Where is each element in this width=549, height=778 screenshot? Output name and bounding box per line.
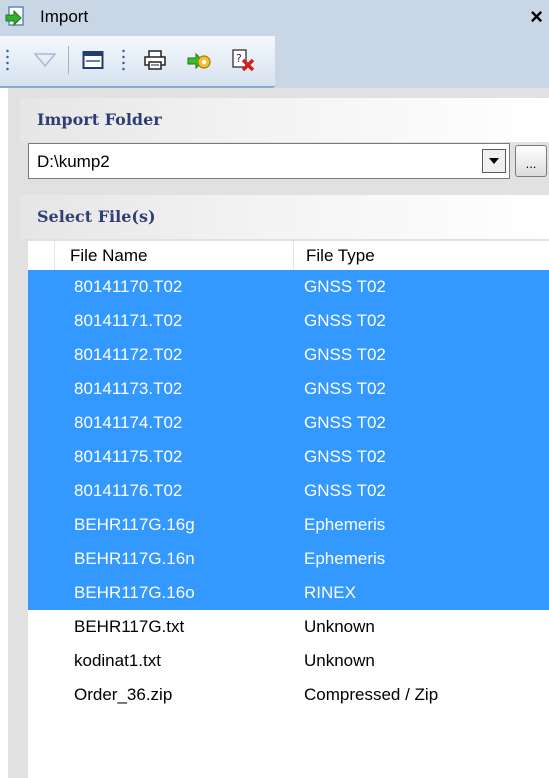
file-name-cell: 80141171.T02: [74, 311, 183, 330]
column-divider: [54, 241, 55, 270]
print-preview-icon: [144, 50, 166, 70]
table-row[interactable]: 80141170.T02 GNSS T02: [28, 270, 549, 304]
import-settings-icon: [187, 52, 211, 70]
file-type-cell: Unknown: [304, 651, 375, 670]
file-type-cell: GNSS T02: [304, 413, 386, 432]
window-button[interactable]: [78, 45, 108, 75]
import-folder-combo[interactable]: D:\kump2: [28, 143, 510, 179]
file-name-cell: BEHR117G.16o: [74, 583, 195, 602]
toolbar-strip: ?: [0, 36, 275, 88]
import-settings-button[interactable]: [184, 45, 214, 75]
delete-icon: ?: [232, 49, 255, 72]
file-name-cell: 80141174.T02: [74, 413, 183, 432]
import-panel: Import Folder D:\kump2 ... Select File(s…: [8, 88, 549, 778]
file-name-cell: BEHR117G.16n: [74, 549, 195, 568]
table-row[interactable]: 80141172.T02 GNSS T02: [28, 338, 549, 372]
file-type-cell: Compressed / Zip: [304, 685, 439, 704]
close-button[interactable]: ×: [530, 4, 543, 30]
table-row[interactable]: BEHR117G.16n Ephemeris: [28, 542, 549, 576]
table-row[interactable]: BEHR117G.txt Unknown: [28, 610, 549, 644]
dropdown-button[interactable]: [30, 45, 60, 75]
file-list[interactable]: File Name File Type 80141170.T02 GNSS T02…: [28, 241, 549, 778]
browse-button[interactable]: ...: [515, 145, 547, 177]
import-folder-path[interactable]: D:\kump2: [37, 152, 110, 172]
delete-button[interactable]: ?: [228, 45, 258, 75]
title-bar: Import ×: [0, 0, 549, 36]
file-name-cell: Order_36.zip: [74, 685, 173, 704]
toolbar-separator: [68, 46, 69, 74]
table-row[interactable]: BEHR117G.16g Ephemeris: [28, 508, 549, 542]
table-row[interactable]: BEHR117G.16o RINEX: [28, 576, 549, 610]
window-title: Import: [40, 7, 89, 26]
toolbar-grip[interactable]: [6, 48, 9, 72]
table-row[interactable]: 80141175.T02 GNSS T02: [28, 440, 549, 474]
file-type-cell: GNSS T02: [304, 311, 386, 330]
file-list-header: File Name File Type: [28, 241, 549, 271]
file-name-cell: 80141172.T02: [74, 345, 183, 364]
file-type-cell: Ephemeris: [304, 549, 386, 568]
file-name-cell: 80141176.T02: [74, 481, 183, 500]
file-name-cell: BEHR117G.16g: [74, 515, 195, 534]
column-header-file-type[interactable]: File Type: [306, 246, 375, 266]
svg-text:?: ?: [236, 52, 242, 65]
file-type-cell: GNSS T02: [304, 345, 386, 364]
table-row[interactable]: 80141173.T02 GNSS T02: [28, 372, 549, 406]
file-type-cell: GNSS T02: [304, 447, 386, 466]
table-row[interactable]: 80141174.T02 GNSS T02: [28, 406, 549, 440]
column-header-file-name[interactable]: File Name: [70, 246, 147, 266]
file-type-cell: GNSS T02: [304, 481, 386, 500]
file-name-cell: 80141170.T02: [74, 277, 183, 296]
table-row[interactable]: 80141171.T02 GNSS T02: [28, 304, 549, 338]
table-row[interactable]: 80141176.T02 GNSS T02: [28, 474, 549, 508]
import-folder-heading: Import Folder: [37, 110, 162, 129]
print-preview-button[interactable]: [140, 45, 170, 75]
file-name-cell: kodinat1.txt: [74, 651, 161, 670]
file-name-cell: 80141173.T02: [74, 379, 183, 398]
table-row[interactable]: Order_36.zip Compressed / Zip: [28, 678, 549, 712]
select-files-heading: Select File(s): [37, 207, 156, 226]
folder-dropdown-button[interactable]: [482, 149, 506, 173]
file-type-cell: Ephemeris: [304, 515, 386, 534]
toolbar: ?: [0, 36, 549, 88]
toolbar-grip[interactable]: [122, 48, 125, 72]
chevron-down-icon: [489, 158, 499, 164]
table-row[interactable]: kodinat1.txt Unknown: [28, 644, 549, 678]
file-name-cell: BEHR117G.txt: [74, 617, 185, 636]
dropdown-icon: [33, 53, 57, 68]
window-icon: [82, 51, 104, 69]
file-name-cell: 80141175.T02: [74, 447, 183, 466]
import-folder-header: Import Folder: [20, 98, 549, 142]
select-files-header: Select File(s): [20, 195, 549, 239]
file-list-rows: 80141170.T02 GNSS T02 80141171.T02 GNSS T02…: [28, 270, 549, 712]
file-type-cell: RINEX: [304, 583, 356, 602]
file-type-cell: GNSS T02: [304, 379, 386, 398]
file-type-cell: Unknown: [304, 617, 375, 636]
import-arrow-icon: [5, 6, 24, 27]
column-divider[interactable]: [293, 241, 294, 270]
file-type-cell: GNSS T02: [304, 277, 386, 296]
